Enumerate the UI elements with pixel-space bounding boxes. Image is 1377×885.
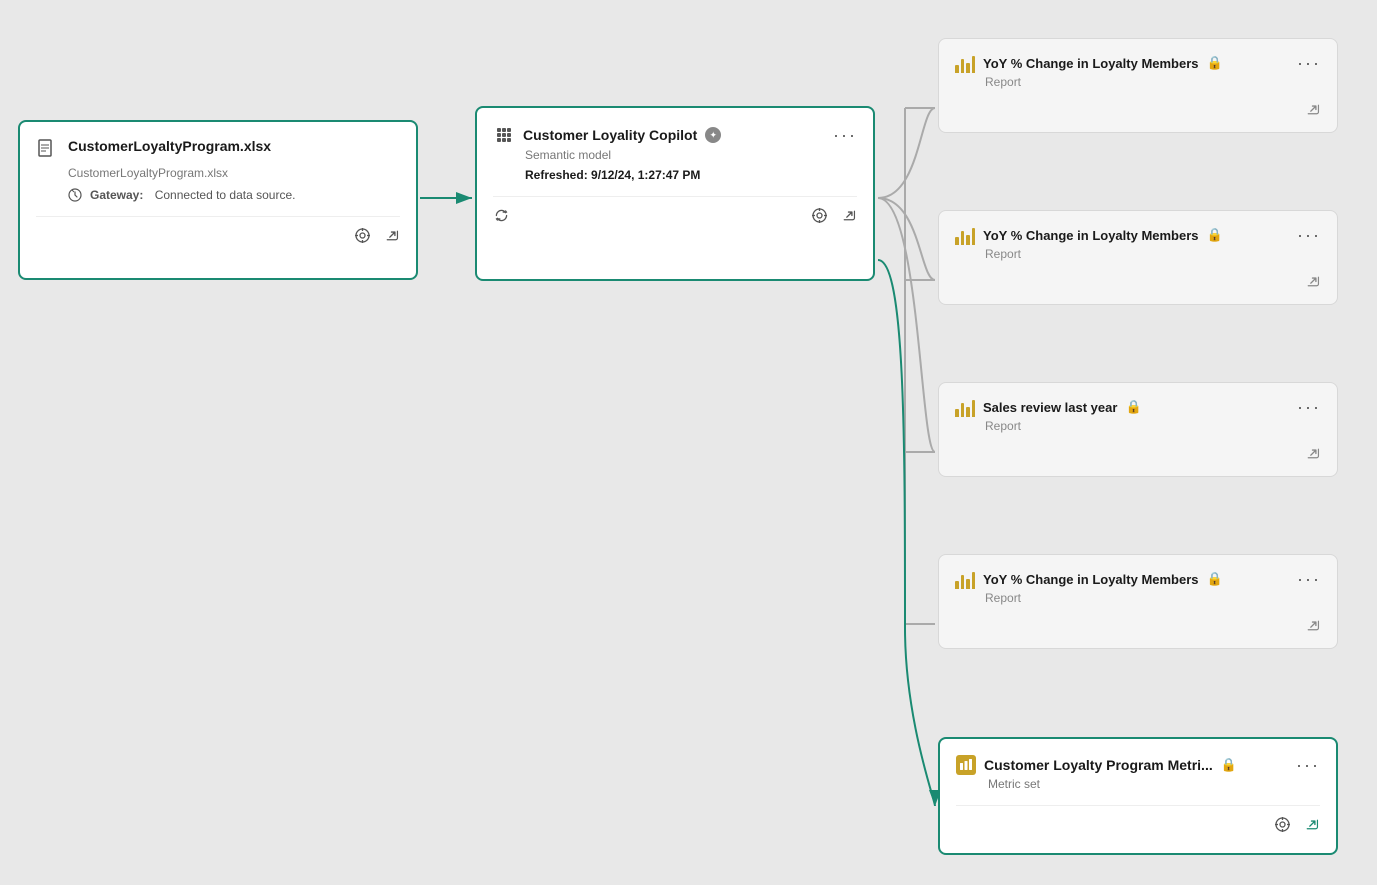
metric-icon: [956, 755, 976, 775]
semantic-type: Semantic model: [525, 148, 857, 162]
lock-icon-2: 🔒: [1207, 227, 1223, 243]
report-3-link-icon[interactable]: [1304, 445, 1321, 466]
report-card-4: YoY % Change in Loyalty Members 🔒 ··· Re…: [938, 554, 1338, 649]
link-icon[interactable]: [383, 227, 400, 248]
gateway-label: Gateway:: [90, 188, 143, 202]
report-type-4: Report: [985, 591, 1321, 605]
grid-icon: [493, 124, 515, 146]
semantic-title: Customer Loyality Copilot: [523, 127, 697, 143]
metric-set-card: Customer Loyalty Program Metri... 🔒 ··· …: [938, 737, 1338, 855]
metric-more-button[interactable]: ···: [1296, 756, 1320, 774]
report-2-link-icon[interactable]: [1304, 273, 1321, 294]
metric-link-icon[interactable]: [1303, 816, 1320, 837]
source-title: CustomerLoyaltyProgram.xlsx: [68, 138, 271, 154]
report-title-1: YoY % Change in Loyalty Members: [983, 56, 1199, 71]
bar-chart-icon-4: [955, 569, 975, 589]
report-1-link-icon[interactable]: [1304, 101, 1321, 122]
semantic-card: Customer Loyality Copilot ✦ ··· Semantic…: [475, 106, 875, 281]
lock-icon-4: 🔒: [1207, 571, 1223, 587]
report-card-2: YoY % Change in Loyalty Members 🔒 ··· Re…: [938, 210, 1338, 305]
report-title-4: YoY % Change in Loyalty Members: [983, 572, 1199, 587]
semantic-settings-icon[interactable]: [811, 207, 828, 228]
semantic-more-button[interactable]: ···: [833, 126, 857, 144]
lock-icon-3: 🔒: [1125, 399, 1141, 415]
bar-chart-icon-1: [955, 53, 975, 73]
report-4-link-icon[interactable]: [1304, 617, 1321, 638]
report-4-more-button[interactable]: ···: [1297, 570, 1321, 588]
report-card-1: YoY % Change in Loyalty Members 🔒 ··· Re…: [938, 38, 1338, 133]
report-2-more-button[interactable]: ···: [1297, 226, 1321, 244]
lock-icon-1: 🔒: [1207, 55, 1223, 71]
bar-chart-icon-3: [955, 397, 975, 417]
source-subtitle: CustomerLoyaltyProgram.xlsx: [68, 166, 400, 180]
settings-icon[interactable]: [354, 227, 371, 248]
metric-settings-icon[interactable]: [1274, 816, 1291, 837]
metric-title: Customer Loyalty Program Metri...: [984, 757, 1213, 773]
report-type-3: Report: [985, 419, 1321, 433]
semantic-refresh: Refreshed: 9/12/24, 1:27:47 PM: [525, 168, 857, 182]
bar-chart-icon-2: [955, 225, 975, 245]
report-title-2: YoY % Change in Loyalty Members: [983, 228, 1199, 243]
report-3-more-button[interactable]: ···: [1297, 398, 1321, 416]
report-title-3: Sales review last year: [983, 400, 1117, 415]
copilot-badge: ✦: [705, 127, 721, 143]
report-card-3: Sales review last year 🔒 ··· Report: [938, 382, 1338, 477]
source-card: CustomerLoyaltyProgram.xlsx CustomerLoya…: [18, 120, 418, 280]
report-1-more-button[interactable]: ···: [1297, 54, 1321, 72]
semantic-link-icon[interactable]: [840, 207, 857, 228]
metric-lock-icon: 🔒: [1221, 757, 1237, 773]
report-type-1: Report: [985, 75, 1321, 89]
metric-type: Metric set: [988, 777, 1320, 791]
gateway-value: Connected to data source.: [155, 188, 296, 202]
refresh-icon[interactable]: [493, 207, 510, 228]
doc-icon: [36, 138, 58, 160]
source-gateway: Gateway: Connected to data source.: [68, 188, 400, 202]
report-type-2: Report: [985, 247, 1321, 261]
